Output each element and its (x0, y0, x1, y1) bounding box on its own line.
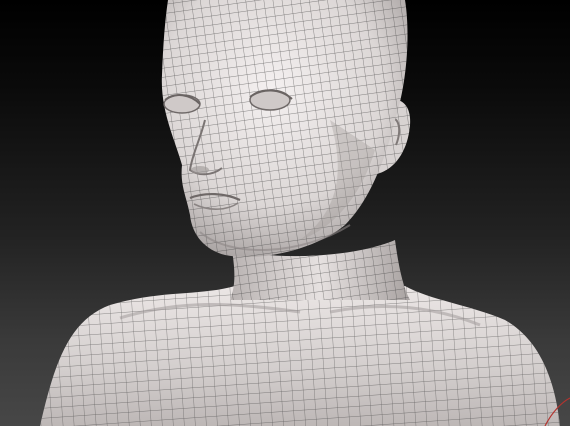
torso-mesh (40, 286, 560, 426)
head-mesh (161, 0, 408, 257)
3d-viewport[interactable] (0, 0, 570, 426)
model-render (40, 0, 570, 426)
right-eye (249, 89, 293, 111)
left-eye (163, 94, 201, 114)
